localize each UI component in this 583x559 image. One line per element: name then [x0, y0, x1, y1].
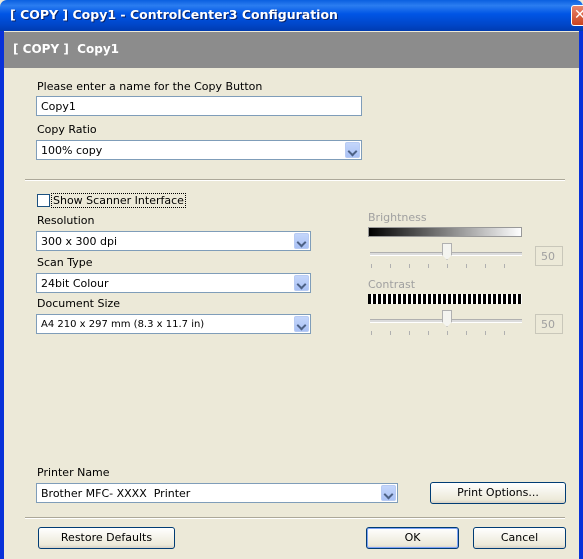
- chevron-down-icon[interactable]: [294, 275, 309, 291]
- document-size-label: Document Size: [37, 297, 121, 310]
- chevron-down-icon[interactable]: [294, 316, 309, 332]
- show-scanner-interface-label[interactable]: Show Scanner Interface: [51, 193, 186, 208]
- window-border-right: [579, 31, 583, 559]
- close-icon: ✕: [574, 7, 583, 23]
- printer-name-label: Printer Name: [37, 466, 110, 479]
- chevron-down-icon[interactable]: [381, 485, 396, 501]
- scan-type-value: 24bit Colour: [41, 277, 109, 290]
- window-border-left: [0, 31, 4, 559]
- title-bar[interactable]: [ COPY ] Copy1 - ControlCenter3 Configur…: [0, 0, 583, 31]
- copy-button-name-label: Please enter a name for the Copy Button: [37, 80, 263, 93]
- copy-ratio-select[interactable]: 100% copy: [36, 140, 362, 160]
- scan-type-select[interactable]: 24bit Colour: [36, 273, 311, 293]
- brightness-slider-thumb[interactable]: [442, 243, 452, 260]
- banner-title: [ COPY ] Copy1: [13, 42, 119, 56]
- footer-divider: [25, 517, 565, 519]
- cancel-button[interactable]: Cancel: [473, 527, 566, 549]
- brightness-slider-ticks: [371, 264, 523, 268]
- close-button[interactable]: ✕: [571, 5, 583, 26]
- brightness-label: Brightness: [368, 211, 427, 224]
- scan-type-label: Scan Type: [37, 256, 93, 269]
- section-divider: [25, 179, 565, 181]
- resolution-label: Resolution: [37, 214, 95, 227]
- contrast-value-field[interactable]: 50: [535, 314, 563, 334]
- printer-name-select[interactable]: Brother MFC- XXXX Printer: [36, 483, 398, 503]
- copy-ratio-label: Copy Ratio: [37, 123, 97, 136]
- printer-name-value: Brother MFC- XXXX Printer: [41, 487, 191, 500]
- show-scanner-interface-checkbox[interactable]: [37, 194, 50, 207]
- header-banner: [ COPY ] Copy1: [4, 32, 579, 68]
- copy-button-name-input[interactable]: Copy1: [36, 96, 362, 116]
- chevron-down-icon[interactable]: [345, 142, 360, 158]
- brightness-gradient: [368, 227, 522, 237]
- brightness-value-field[interactable]: 50: [535, 246, 563, 266]
- print-options-button[interactable]: Print Options...: [430, 482, 566, 504]
- window-title: [ COPY ] Copy1 - ControlCenter3 Configur…: [10, 7, 338, 22]
- restore-defaults-button[interactable]: Restore Defaults: [38, 527, 175, 549]
- resolution-select[interactable]: 300 x 300 dpi: [36, 231, 311, 251]
- copy-ratio-value: 100% copy: [41, 144, 103, 157]
- resolution-value: 300 x 300 dpi: [41, 235, 118, 248]
- contrast-label: Contrast: [368, 278, 416, 291]
- contrast-slider-ticks: [371, 331, 523, 335]
- document-size-select[interactable]: A4 210 x 297 mm (8.3 x 11.7 in): [36, 314, 311, 334]
- ok-button[interactable]: OK: [366, 527, 459, 549]
- contrast-pattern: [368, 294, 522, 304]
- document-size-value: A4 210 x 297 mm (8.3 x 11.7 in): [41, 319, 205, 330]
- chevron-down-icon[interactable]: [294, 233, 309, 249]
- contrast-slider-thumb[interactable]: [442, 310, 452, 327]
